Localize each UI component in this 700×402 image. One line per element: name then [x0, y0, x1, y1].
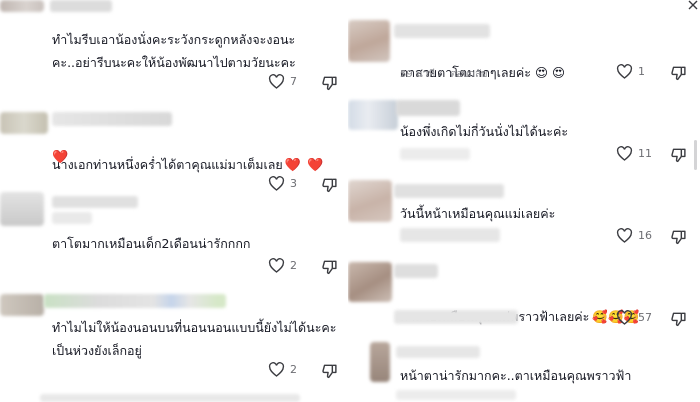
- comment-text: วันนี้หน้าเหมือนคุณแม่เลยค่ะ: [400, 206, 556, 221]
- like-count: 16: [638, 229, 652, 242]
- heart-outline-icon: [268, 176, 285, 191]
- avatar[interactable]: [0, 0, 44, 12]
- like-button[interactable]: 7: [268, 74, 297, 89]
- username-blurred: [52, 196, 138, 208]
- comment-text: ทำไมไม่ให้น้องนอนบนที่นอนนอนแบบนี้ยังไม่…: [52, 320, 337, 358]
- username-blurred: [394, 184, 504, 198]
- like-button[interactable]: 16: [616, 228, 652, 243]
- avatar[interactable]: [348, 20, 390, 62]
- like-button[interactable]: 2: [268, 258, 297, 273]
- avatar[interactable]: [0, 192, 44, 226]
- avatar[interactable]: [348, 262, 392, 302]
- comment-text: น้องพึ่งเกิดไม่กี่วันนั่งไม่ได้นะค่ะ: [400, 124, 569, 139]
- avatar[interactable]: [0, 294, 44, 316]
- username-blurred: [394, 24, 490, 38]
- like-count: 57: [638, 311, 652, 324]
- username-blurred: [396, 346, 480, 358]
- dislike-icon[interactable]: [670, 229, 687, 245]
- dislike-icon[interactable]: [321, 363, 338, 379]
- dislike-icon[interactable]: [670, 311, 687, 327]
- heart-outline-icon: [616, 146, 633, 161]
- username-blurred: [52, 112, 172, 126]
- like-button[interactable]: 3: [268, 176, 297, 191]
- heart-outline-icon: [616, 64, 633, 79]
- comment-text: ตาสวยตาโตมากๆเลยค่ะ 😍 😍: [400, 38, 690, 84]
- heart-outline-icon: [268, 362, 285, 377]
- reply-button[interactable]: ตอบกลับ: [450, 67, 487, 82]
- like-button[interactable]: 11: [616, 146, 652, 161]
- dislike-icon[interactable]: [321, 177, 338, 193]
- meta-blurred: [400, 228, 500, 242]
- avatar[interactable]: [348, 180, 392, 222]
- meta-blurred: [394, 310, 518, 324]
- close-icon[interactable]: [688, 0, 698, 10]
- username-blurred: [44, 294, 226, 308]
- username-blurred: [52, 212, 92, 224]
- comment-text-main: นางเอกท่านหนึ่งคร่ำได้ตาคุณแม่มาเต็มเลย: [52, 157, 283, 172]
- avatar[interactable]: [0, 112, 48, 134]
- heart-outline-icon: [616, 310, 633, 325]
- comment-text: ตาโตมากเหมือนเด็ก2เดือนน่ารักกกก: [52, 236, 251, 251]
- username-blurred: [394, 264, 438, 278]
- like-count: 7: [290, 75, 297, 88]
- like-count: 3: [290, 177, 297, 190]
- like-count: 1: [638, 65, 645, 78]
- comment-text: หน้าตาน่ารักมากคะ..ตาเหมือนคุณพราวฟ้า: [400, 368, 632, 383]
- heart-emoji: ❤️ ❤️: [284, 158, 325, 173]
- avatar[interactable]: [348, 100, 398, 130]
- like-button[interactable]: 2: [268, 362, 297, 377]
- comments-column-right: ตาสวยตาโตมากๆเลยค่ะ 😍 😍 59 นาที ตอบกลับ …: [348, 0, 700, 402]
- comment-text: นางเอกท่านหนึ่งคร่ำได้ตาคุณแม่มาเต็มเลย ❤…: [52, 130, 342, 177]
- comments-column-left: ทำไมรีบเอาน้องนั่งคะระวังกระดูกหลังจะงอน…: [0, 0, 348, 402]
- next-comment-blurred: [40, 394, 300, 402]
- username-blurred: [50, 0, 112, 12]
- smiling-heart-eyes-emoji: 😍 😍: [534, 65, 565, 80]
- comment-time: 59 นาที: [400, 69, 435, 80]
- heart-outline-icon: [268, 258, 285, 273]
- scrollbar[interactable]: [694, 140, 697, 170]
- heart-outline-icon: [268, 74, 285, 89]
- heart-outline-icon: [616, 228, 633, 243]
- meta-blurred: [396, 390, 516, 400]
- dislike-icon[interactable]: [670, 65, 687, 81]
- heart-emoji-wrap: ❤️: [52, 150, 70, 165]
- dislike-icon[interactable]: [321, 259, 338, 275]
- like-count: 2: [290, 259, 297, 272]
- comment-text: ทำไมรีบเอาน้องนั่งคะระวังกระดูกหลังจะงอน…: [52, 32, 296, 70]
- dislike-icon[interactable]: [321, 75, 338, 91]
- meta-blurred: [400, 148, 470, 160]
- username-blurred: [396, 100, 460, 116]
- dislike-icon[interactable]: [670, 147, 687, 163]
- like-button[interactable]: 57: [616, 310, 652, 325]
- like-count: 11: [638, 147, 652, 160]
- like-count: 2: [290, 363, 297, 376]
- like-button[interactable]: 1: [616, 64, 645, 79]
- avatar[interactable]: [370, 342, 390, 382]
